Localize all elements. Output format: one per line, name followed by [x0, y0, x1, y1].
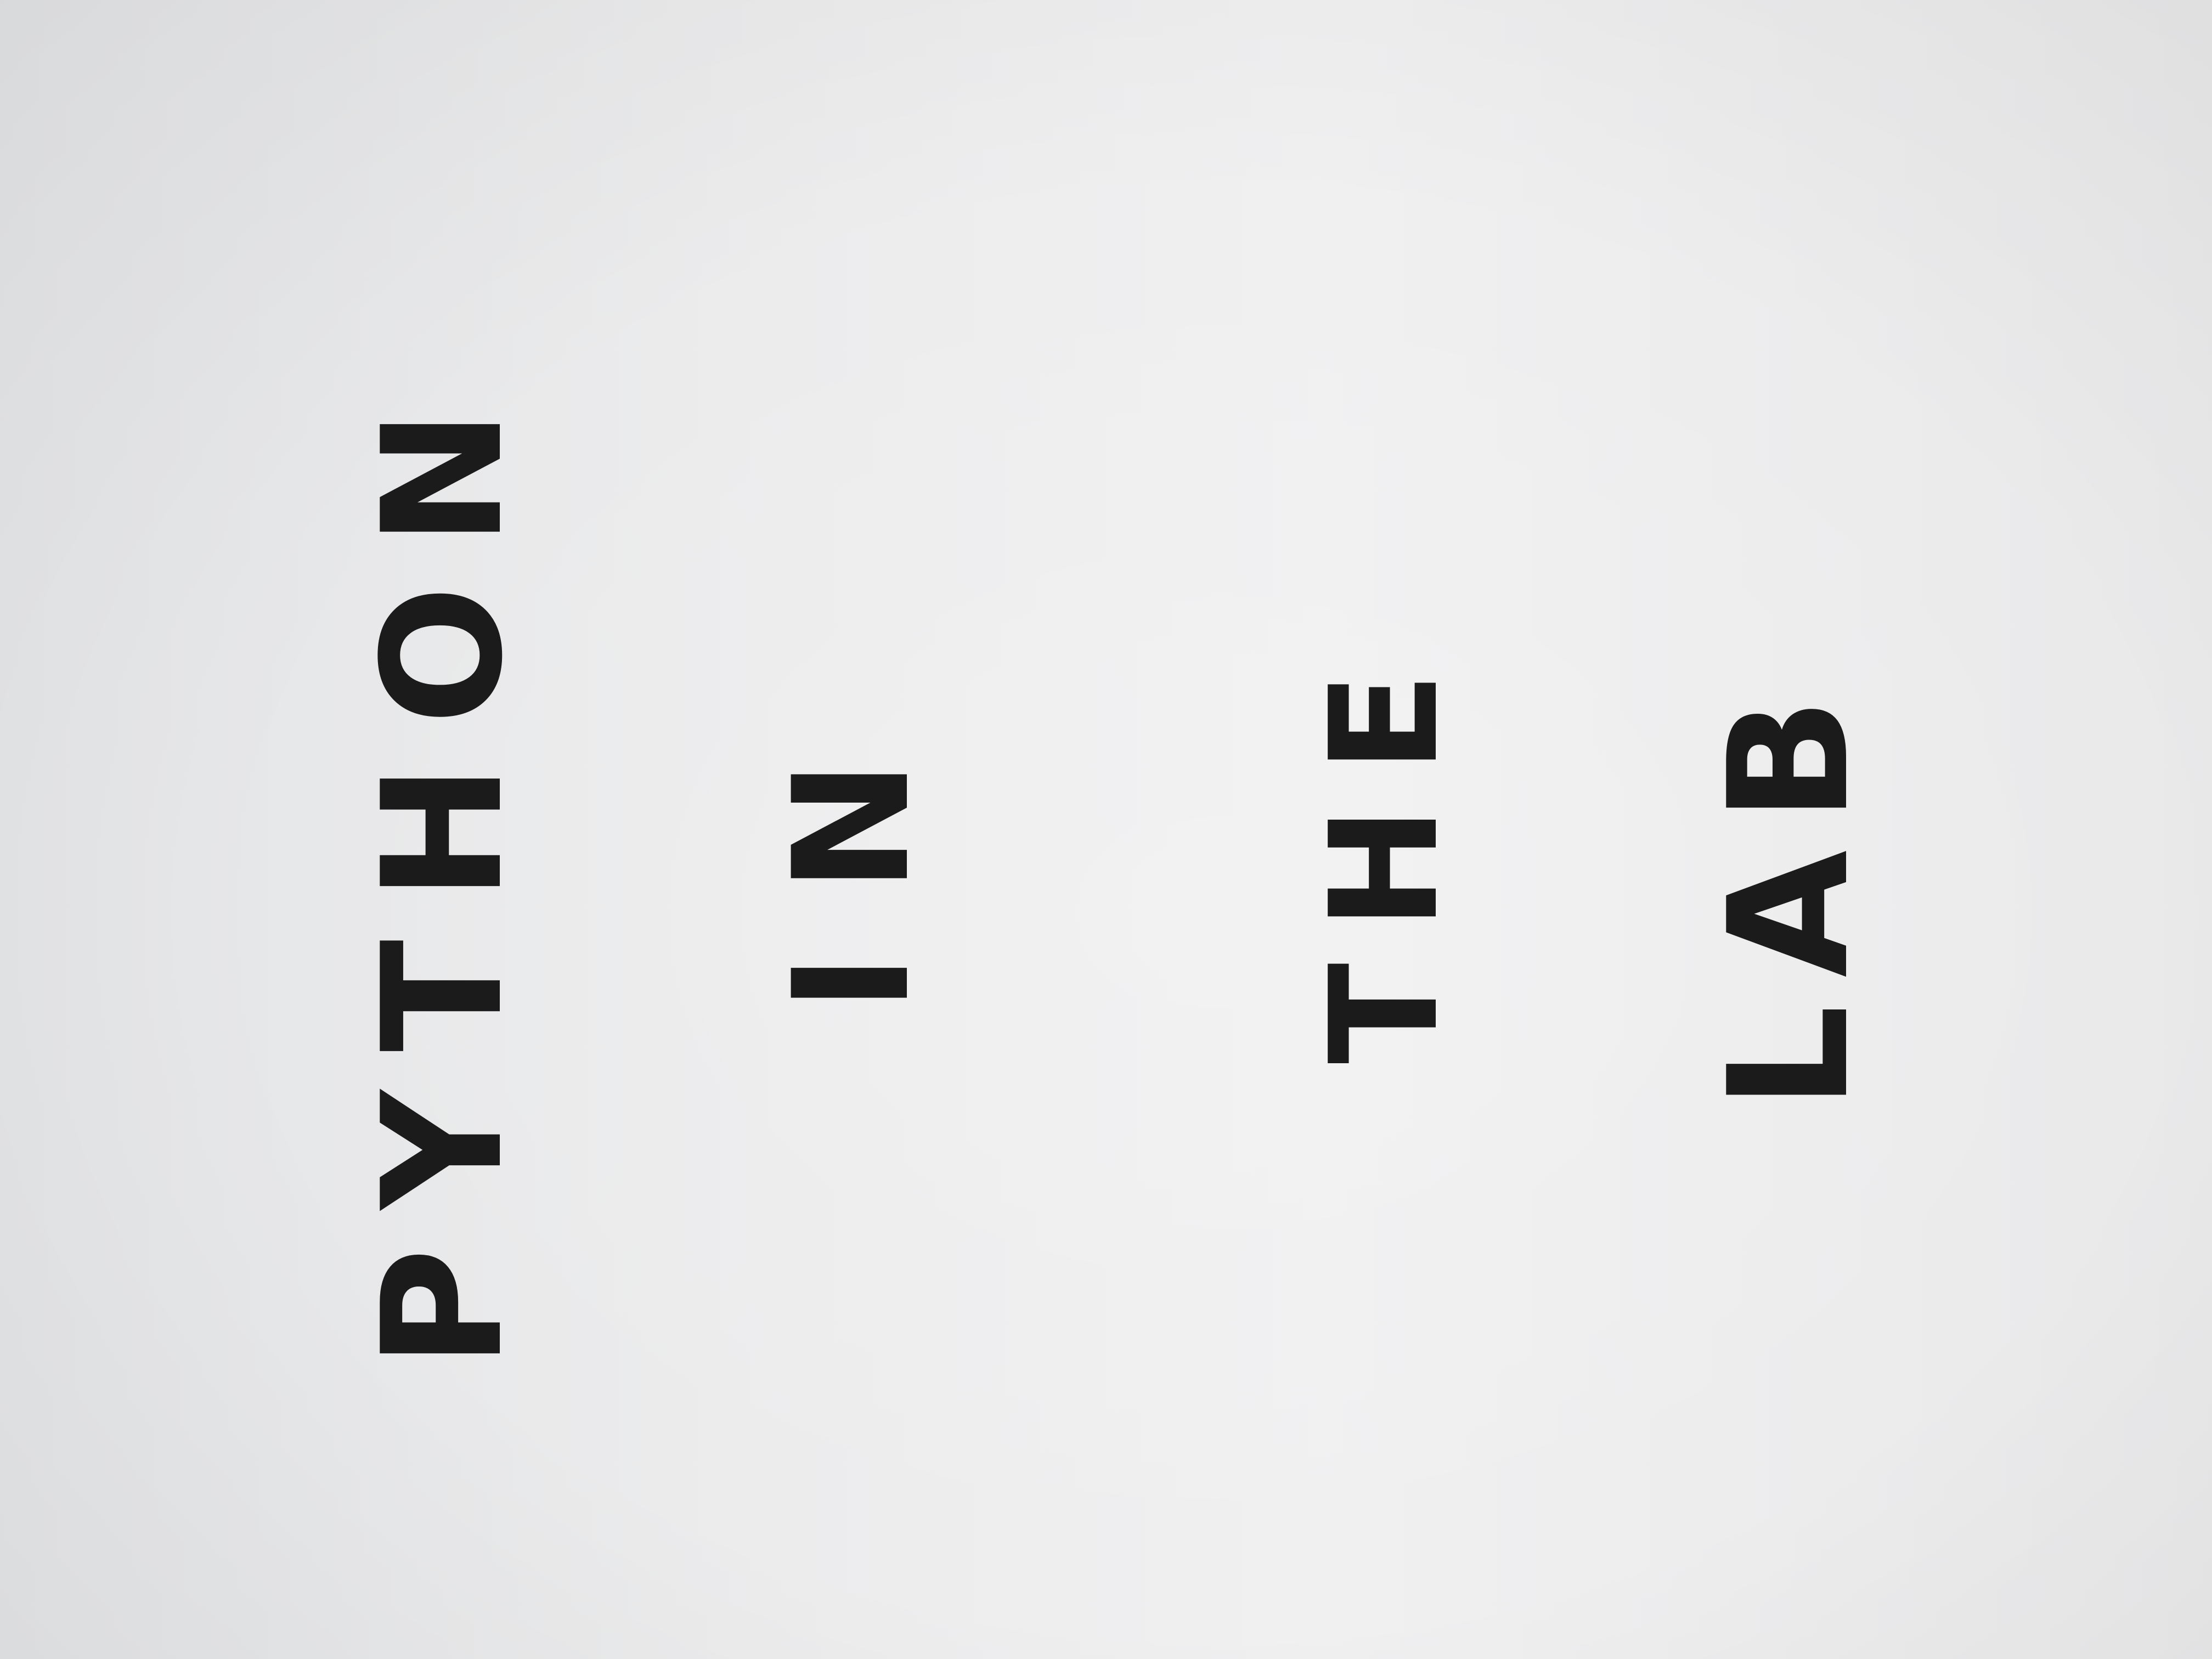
handwritten-line-the: THE [1298, 639, 1471, 1064]
handwritten-line-in: IN [760, 699, 945, 1013]
handwritten-text: PYTHON IN THE LAB [0, 0, 2212, 1659]
handwritten-line-lab: LAB [1694, 669, 1885, 1110]
handwritten-line-python: PYTHON [347, 370, 539, 1369]
